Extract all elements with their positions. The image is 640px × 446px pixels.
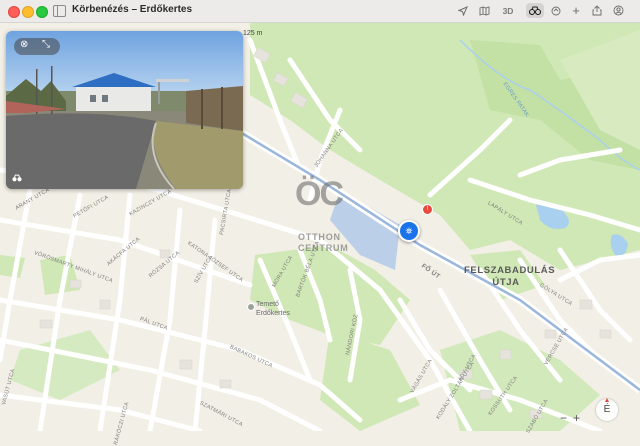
binoculars-icon bbox=[12, 174, 22, 184]
look-around-position-marker[interactable]: ⛯ bbox=[398, 220, 420, 242]
district-label: FELSZABADULÁS ÚTJA bbox=[464, 265, 556, 288]
window-title: Körbenézés – Erdőkertes bbox=[72, 4, 193, 15]
account-icon[interactable] bbox=[610, 3, 626, 18]
cemetery-label-line-1: Temető bbox=[256, 301, 279, 308]
look-around-controls: ⊗ ⤡ bbox=[14, 38, 60, 55]
close-window-button[interactable] bbox=[8, 6, 20, 18]
cemetery-label-line-2: Erdőkertes bbox=[256, 310, 290, 317]
cemetery-icon[interactable] bbox=[247, 303, 255, 311]
zoom-out-button[interactable]: − bbox=[560, 411, 573, 425]
minimize-window-button[interactable] bbox=[22, 6, 34, 18]
otthon-centrum-logo: ÖC bbox=[295, 175, 344, 213]
watermark-line-2: CENTRUM bbox=[298, 243, 349, 253]
binoculars-marker-icon: ⛯ bbox=[400, 222, 418, 240]
location-arrow-icon[interactable] bbox=[455, 3, 471, 18]
poi-marker-icon[interactable]: ! bbox=[422, 204, 433, 215]
watermark-line-1: OTTHON bbox=[298, 232, 341, 242]
track-icon[interactable] bbox=[548, 3, 564, 18]
map-canvas[interactable]: ⊗ ⤡ 125 m Johanna utca Fő út Lapály utca… bbox=[0, 22, 640, 446]
compass-button[interactable]: É bbox=[596, 398, 618, 421]
add-button[interactable]: + bbox=[568, 3, 584, 18]
otthon-centrum-watermark: OTTHON CENTRUM bbox=[298, 232, 349, 254]
share-icon[interactable] bbox=[589, 3, 605, 18]
title-bar: Körbenézés – Erdőkertes 3D + bbox=[0, 0, 640, 23]
binoculars-button[interactable] bbox=[526, 3, 544, 18]
cemetery-label[interactable]: Temető Erdőkertes bbox=[256, 300, 290, 318]
zoom-controls: −+ bbox=[560, 411, 586, 425]
expand-icon[interactable]: ⤡ bbox=[42, 39, 50, 50]
scale-label: 125 m bbox=[243, 30, 263, 37]
zoom-in-button[interactable]: + bbox=[573, 411, 586, 425]
look-around-panel[interactable]: ⊗ ⤡ bbox=[6, 31, 243, 189]
zoom-window-button[interactable] bbox=[36, 6, 48, 18]
3d-toggle-button[interactable]: 3D bbox=[499, 3, 517, 18]
map-icon[interactable] bbox=[476, 3, 492, 18]
close-icon[interactable]: ⊗ bbox=[20, 39, 28, 50]
sidebar-toggle-icon[interactable] bbox=[53, 5, 66, 17]
